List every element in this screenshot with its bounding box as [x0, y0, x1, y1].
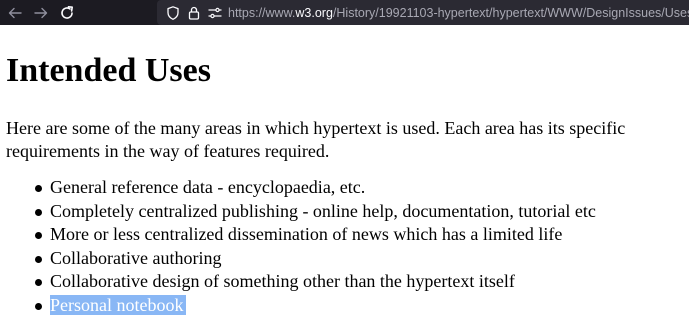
list-item: Collaborative authoring — [35, 247, 596, 271]
list-item: Personal notebook — [35, 294, 596, 318]
shield-icon[interactable] — [165, 5, 181, 21]
back-arrow-icon — [8, 7, 22, 19]
reload-button[interactable] — [57, 3, 77, 23]
list-item: Completely centralized publishing - onli… — [35, 200, 596, 224]
forward-button[interactable] — [31, 3, 51, 23]
browser-toolbar: https://www.w3.org/History/19921103-hype… — [0, 0, 689, 25]
list-item-text: Collaborative authoring — [50, 247, 222, 268]
url-prefix: https://www. — [228, 6, 296, 20]
page-title: Intended Uses — [6, 52, 211, 89]
forward-arrow-icon — [34, 7, 48, 19]
list-item-text: Completely centralized publishing - onli… — [50, 200, 596, 221]
list-item-text: Collaborative design of something other … — [50, 271, 515, 292]
list-item: More or less centralized dissemination o… — [35, 223, 596, 247]
url-path: /History/19921103-hypertext/hypertext/WW… — [332, 6, 689, 20]
selected-text[interactable]: Personal notebook — [50, 294, 187, 315]
url-bar[interactable]: https://www.w3.org/History/19921103-hype… — [157, 0, 689, 25]
url-domain: w3.org — [295, 6, 333, 20]
list-item-text: More or less centralized dissemination o… — [50, 224, 563, 245]
page-content: Intended Uses Here are some of the many … — [0, 25, 689, 334]
reload-icon — [61, 6, 73, 19]
back-button[interactable] — [5, 3, 25, 23]
url-text[interactable]: https://www.w3.org/History/19921103-hype… — [228, 5, 689, 21]
list-item: General reference data - encyclopaedia, … — [35, 176, 596, 200]
intro-paragraph: Here are some of the many areas in which… — [6, 118, 626, 161]
list-item-text: General reference data - encyclopaedia, … — [50, 177, 366, 197]
permissions-icon[interactable] — [207, 5, 223, 21]
uses-list: General reference data - encyclopaedia, … — [0, 176, 596, 318]
list-item: Collaborative design of something other … — [35, 270, 596, 294]
lock-icon[interactable] — [186, 5, 202, 21]
